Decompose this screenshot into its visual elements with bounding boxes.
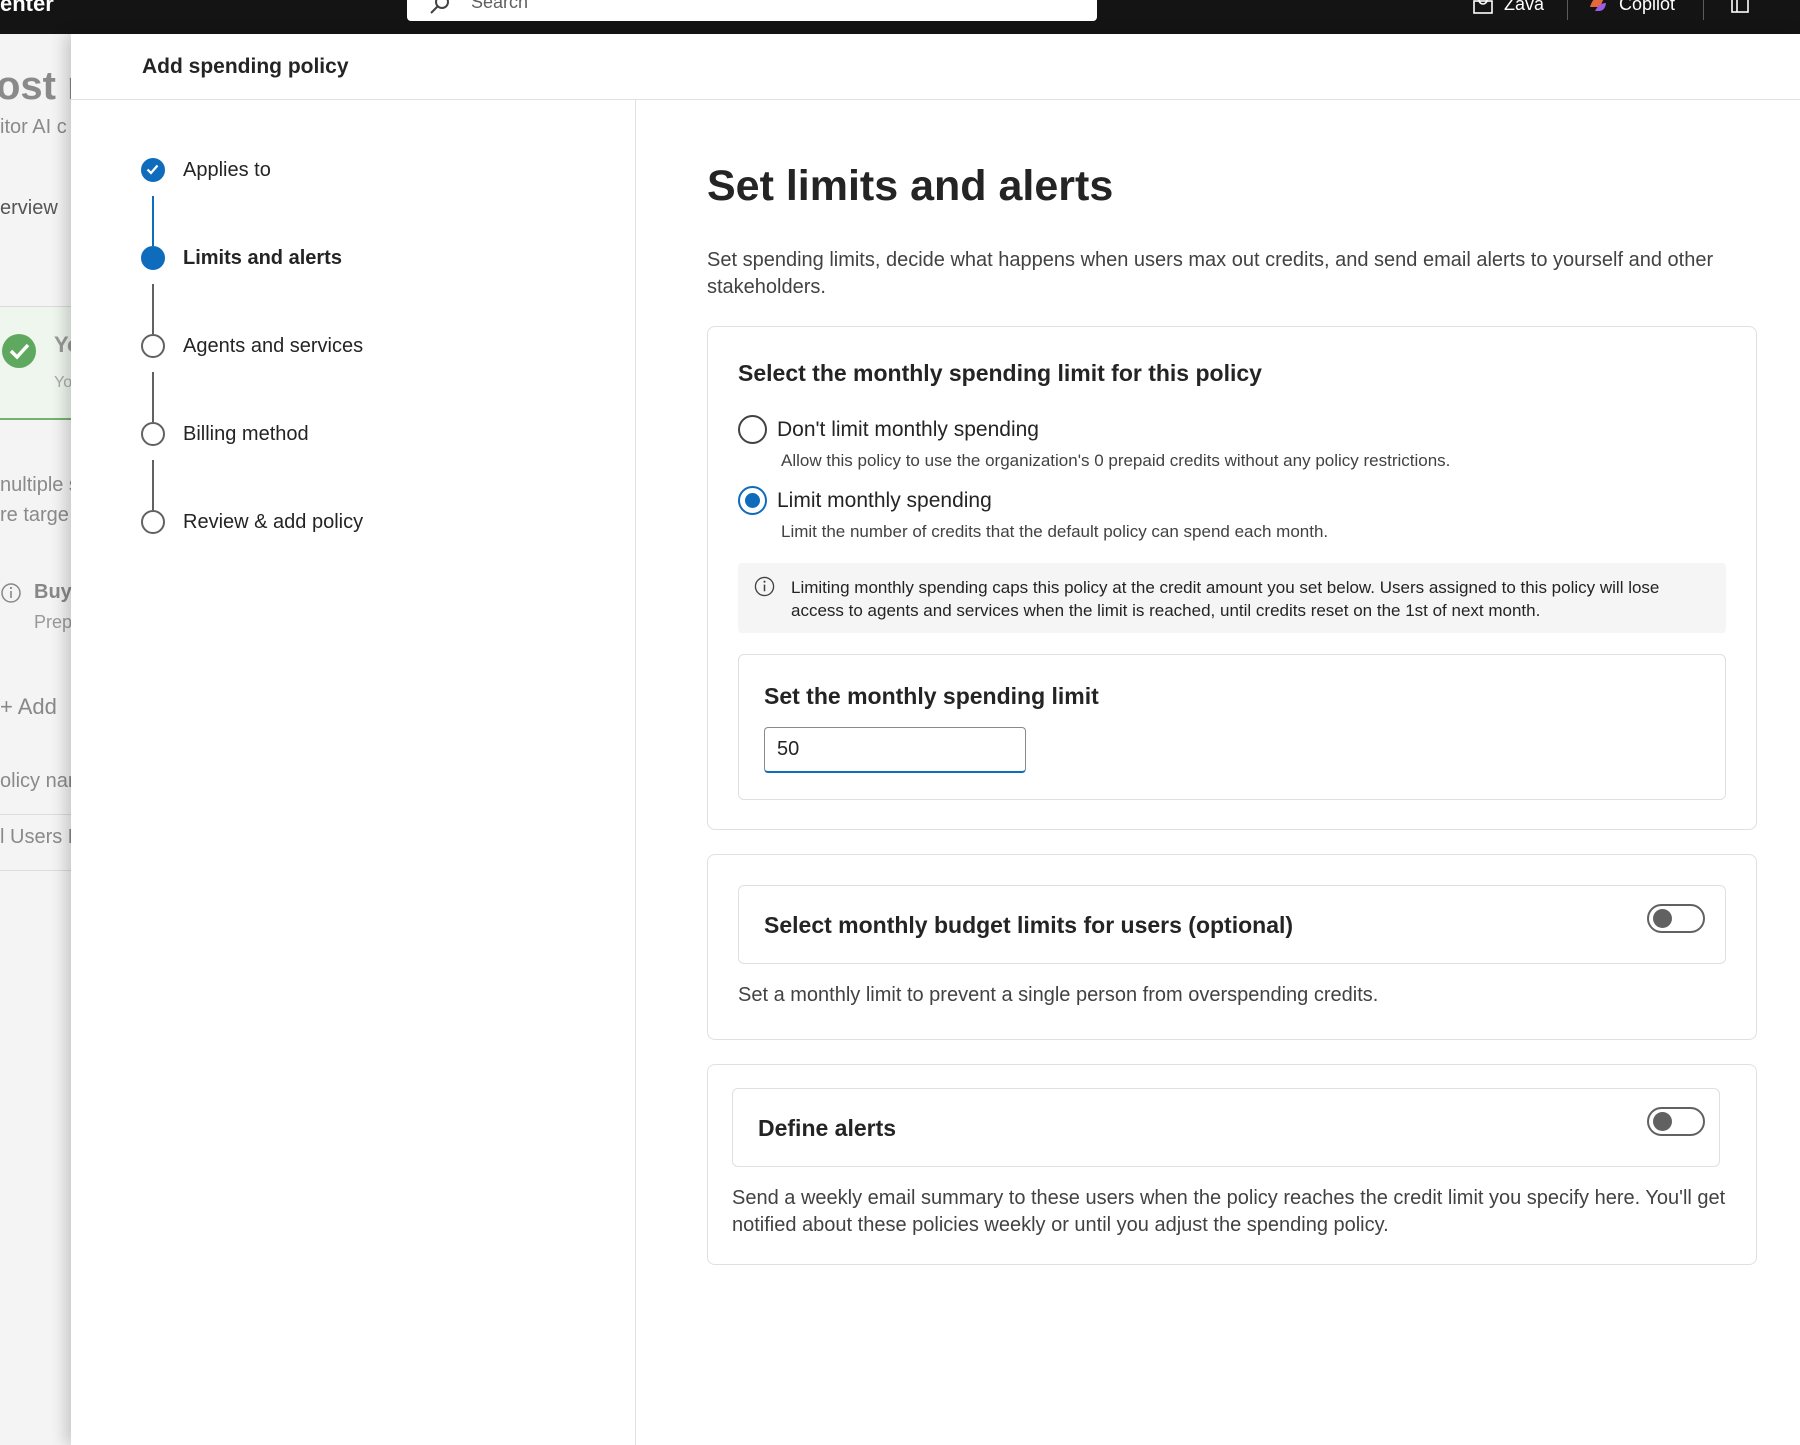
step-label: Limits and alerts (183, 246, 342, 269)
step-connector (152, 284, 154, 334)
topbar-divider (1567, 0, 1568, 20)
bg-buy-title: Buy (34, 581, 72, 603)
bg-divider (0, 814, 80, 815)
checkmark-icon (141, 158, 165, 182)
radio-dont-limit[interactable]: Don't limit monthly spending (738, 415, 1039, 444)
bg-text-multiple: nultiple s (0, 474, 79, 496)
bg-row-users: l Users F (0, 826, 80, 848)
alerts-toggle[interactable] (1647, 1107, 1705, 1136)
search-placeholder: Search (471, 0, 529, 12)
spending-limit-title: Set the monthly spending limit (764, 683, 1099, 709)
bg-buy-sub: Prep (34, 612, 73, 632)
user-budget-toggle[interactable] (1647, 904, 1705, 933)
info-icon (1, 583, 21, 603)
spending-limit-input[interactable] (764, 727, 1026, 773)
top-bar: enter Search Zava Copilot (0, 0, 1800, 34)
alerts-card: Define alerts Send a weekly email summar… (707, 1064, 1757, 1265)
panel-header: Add spending policy (71, 34, 1800, 100)
org-icon (1473, 0, 1493, 14)
bg-status-sub: Yo (54, 374, 73, 391)
radio-description: Limit the number of credits that the def… (781, 522, 1329, 541)
info-icon (754, 576, 775, 597)
step-connector (152, 460, 154, 510)
spending-limit-box: Set the monthly spending limit (738, 654, 1726, 800)
radio-label: Don't limit monthly spending (777, 417, 1039, 441)
bg-add-button: + Add (0, 694, 57, 719)
bg-divider (0, 870, 80, 871)
success-check-icon (2, 334, 36, 368)
panel-title: Add spending policy (142, 55, 349, 78)
search-icon (430, 0, 449, 14)
bg-page-subtitle: itor AI c (0, 116, 67, 138)
app-title: enter (0, 0, 54, 16)
radio-label: Limit monthly spending (777, 488, 992, 512)
copilot-button[interactable]: Copilot (1587, 0, 1675, 15)
copilot-label: Copilot (1619, 0, 1676, 14)
step-connector (152, 372, 154, 422)
step-label: Billing method (183, 422, 309, 445)
step-label: Review & add policy (183, 510, 364, 533)
radio-limit[interactable]: Limit monthly spending (738, 486, 992, 515)
step-label: Agents and services (183, 334, 364, 357)
radio-button[interactable] (738, 486, 767, 515)
user-budget-card: Select monthly budget limits for users (… (707, 854, 1757, 1040)
step-agents-and-services[interactable]: Agents and services (141, 331, 363, 361)
org-switcher[interactable]: Zava (1472, 0, 1544, 15)
org-name: Zava (1504, 0, 1545, 14)
step-review-and-add[interactable]: Review & add policy (141, 507, 363, 537)
monthly-limit-card: Select the monthly spending limit for th… (707, 326, 1757, 830)
current-step-icon (141, 246, 165, 270)
topbar-divider (1703, 0, 1704, 20)
info-message-text: Limiting monthly spending caps this poli… (791, 578, 1660, 620)
radio-description: Allow this policy to use the organizatio… (781, 451, 1451, 470)
user-budget-toggle-row: Select monthly budget limits for users (… (738, 885, 1726, 964)
bg-text-target: re targe (0, 504, 69, 526)
alerts-toggle-row: Define alerts (732, 1088, 1720, 1167)
pending-step-icon (141, 510, 165, 534)
bg-nav-overview: erview (0, 197, 58, 219)
info-message-bar: Limiting monthly spending caps this poli… (738, 563, 1726, 633)
wizard-stepper: Applies to Limits and alerts Agents and … (71, 100, 636, 1445)
copilot-icon (1590, 0, 1606, 11)
step-billing-method[interactable]: Billing method (141, 419, 309, 449)
search-box[interactable]: Search (407, 0, 1097, 21)
monthly-limit-title: Select the monthly spending limit for th… (738, 360, 1262, 386)
step-label: Applies to (183, 158, 271, 181)
step-connector (152, 196, 154, 246)
radio-button[interactable] (738, 415, 767, 444)
plus-icon: + (0, 694, 18, 719)
bg-col-policy-name: olicy nar (0, 770, 75, 792)
user-budget-description: Set a monthly limit to prevent a single … (738, 984, 1379, 1006)
step-applies-to[interactable]: Applies to (141, 155, 271, 185)
bg-page-title: ost m (0, 64, 80, 108)
step-limits-and-alerts[interactable]: Limits and alerts (141, 243, 342, 273)
app-launcher-icon[interactable] (1730, 0, 1750, 14)
page-heading: Set limits and alerts (707, 162, 1114, 210)
background-page: ost m itor AI c erview Yo Yo nultiple s … (0, 34, 80, 1445)
pending-step-icon (141, 334, 165, 358)
alerts-description: Send a weekly email summary to these use… (732, 1187, 1726, 1236)
alerts-title: Define alerts (758, 1115, 897, 1141)
pending-step-icon (141, 422, 165, 446)
page-intro: Set spending limits, decide what happens… (707, 249, 1714, 298)
user-budget-title: Select monthly budget limits for users (… (764, 912, 1294, 938)
